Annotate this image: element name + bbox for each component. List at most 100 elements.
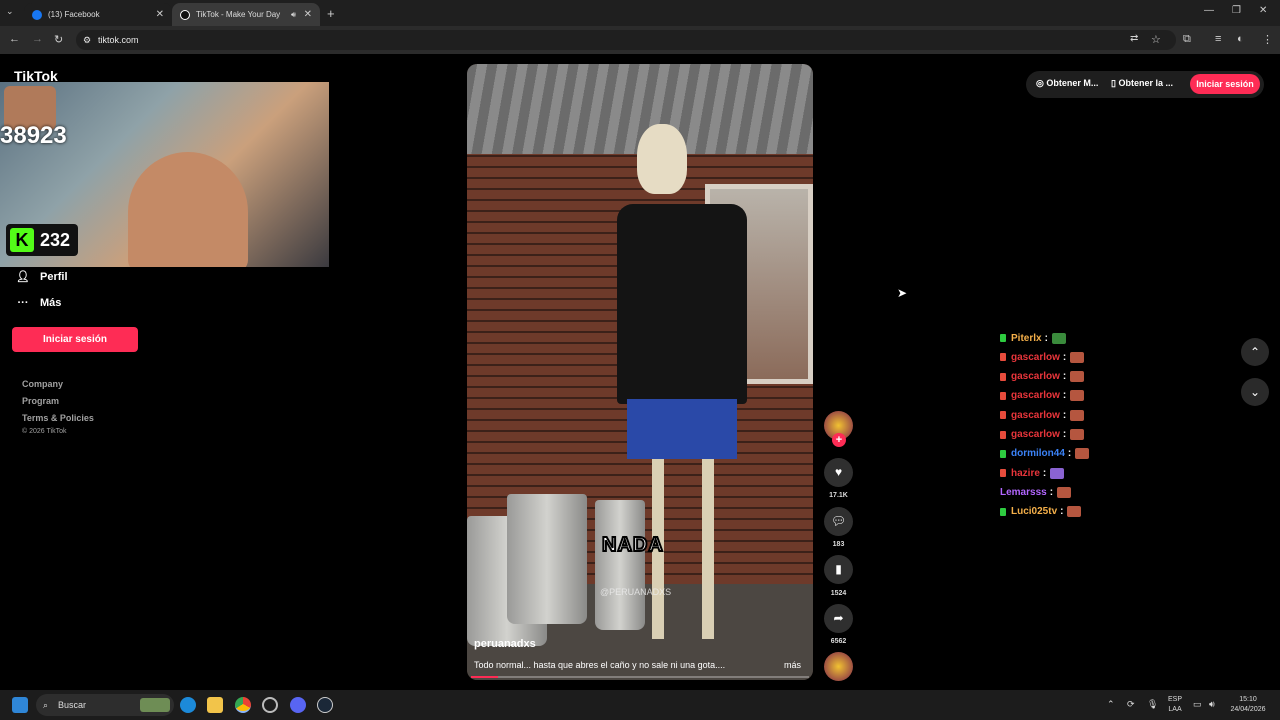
footer-link-company[interactable]: Company	[22, 379, 63, 389]
chat-username[interactable]: Luci025tv	[1011, 506, 1057, 517]
footer-link-program[interactable]: Program	[22, 396, 59, 406]
steam-icon[interactable]	[317, 697, 333, 713]
comment-count: 183	[832, 541, 845, 548]
forward-icon[interactable]: →	[32, 33, 43, 45]
speaker-icon[interactable]: 🔊︎	[291, 10, 296, 20]
reload-icon[interactable]: ↻	[54, 33, 63, 46]
discord-icon[interactable]	[290, 697, 306, 713]
chat-username[interactable]: gascarlow	[1011, 410, 1060, 421]
chat-message: dormilon44:	[1000, 447, 1090, 461]
sound-disc[interactable]	[824, 652, 853, 681]
get-desktop-button[interactable]: ▯ Obtener la ...	[1111, 78, 1173, 89]
chat-username[interactable]: dormilon44	[1011, 448, 1065, 459]
chat-badge-icon	[1000, 391, 1006, 400]
chat-username[interactable]: gascarlow	[1011, 371, 1060, 382]
facebook-icon	[32, 9, 42, 20]
taskbar-search[interactable]: ⌕ Buscar	[36, 694, 174, 716]
chat-separator: :	[1044, 332, 1048, 344]
back-icon[interactable]: ←	[9, 33, 20, 45]
file-explorer-icon[interactable]	[207, 697, 223, 713]
chat-emote-icon	[1070, 429, 1085, 440]
chat-emote-icon	[1075, 448, 1090, 460]
tray-chevron-icon[interactable]: ⌃	[1107, 699, 1115, 710]
close-tab-icon[interactable]: ✕	[304, 9, 312, 20]
tab-list-chevron-icon[interactable]: ⌄	[6, 6, 14, 17]
chat-username[interactable]: hazire	[1011, 468, 1040, 479]
new-tab-button[interactable]: +	[327, 6, 335, 21]
skull	[637, 124, 687, 194]
save-button[interactable]: ▮	[824, 555, 853, 584]
share-icon: ➦	[833, 611, 844, 625]
chat-username[interactable]: gascarlow	[1011, 352, 1060, 363]
chat-emote-icon	[1070, 390, 1085, 402]
microphone-icon[interactable]: 🎙︎	[1147, 699, 1158, 710]
next-video-button[interactable]: ⌄	[1241, 378, 1269, 406]
header-login-button[interactable]: Iniciar sesión	[1190, 74, 1260, 94]
video-progress-bar[interactable]	[471, 676, 809, 678]
get-app-label: Obtener M...	[1046, 78, 1099, 88]
chat-emote-icon	[1057, 486, 1072, 498]
profile-icon[interactable]: ◐	[1237, 33, 1244, 45]
extensions-icon[interactable]: ⧉	[1183, 33, 1191, 46]
login-button[interactable]: Iniciar sesión	[12, 327, 138, 352]
sidebar-item-perfil[interactable]: 👤︎ Perfil	[16, 270, 68, 284]
site-info-icon[interactable]: ⚙	[83, 35, 91, 46]
chat-badge-icon	[1000, 507, 1006, 516]
tab-tiktok[interactable]: TikTok - Make Your Day 🔊︎ ✕	[172, 3, 320, 26]
comment-button[interactable]: 💬︎	[824, 507, 853, 536]
tray-app-icon[interactable]: ⟳	[1127, 699, 1135, 710]
chat-message: hazire:	[1000, 466, 1065, 480]
chat-separator: :	[1062, 390, 1067, 402]
chat-emote-icon	[1050, 467, 1065, 479]
bookmark-star-icon[interactable]: ☆	[1151, 33, 1161, 46]
get-app-button[interactable]: ◎ Obtener M...	[1036, 78, 1098, 89]
volume-icon[interactable]: 🔊︎	[1209, 699, 1215, 710]
edge-icon[interactable]	[180, 697, 196, 713]
share-count: 6562	[830, 638, 847, 645]
language-indicator[interactable]: ESP LAA	[1168, 695, 1182, 715]
translate-icon[interactable]: ⇄	[1130, 33, 1138, 44]
clock[interactable]: 15:10 24/04/2026	[1228, 695, 1268, 715]
chrome-icon[interactable]	[235, 697, 251, 713]
video-description: Todo normal... hasta que abres el caño y…	[474, 660, 726, 670]
settings-app-icon[interactable]	[262, 697, 278, 713]
chat-message: Luci025tv:	[1000, 505, 1082, 519]
menu-icon[interactable]: ⋮	[1262, 33, 1273, 46]
person-icon: 👤︎	[16, 271, 30, 283]
minimize-icon[interactable]: —	[1204, 5, 1214, 16]
chat-message: gascarlow:	[1000, 389, 1085, 403]
follow-plus-icon[interactable]: +	[832, 433, 846, 447]
close-window-icon[interactable]: ✕	[1259, 5, 1267, 16]
chat-separator: :	[1067, 448, 1072, 460]
previous-video-button[interactable]: ⌃	[1241, 338, 1269, 366]
video-caption-overlay: NADA	[601, 533, 664, 557]
address-field[interactable]: ⚙ tiktok.com	[76, 30, 1176, 50]
chat-username[interactable]: Piterlx	[1011, 333, 1042, 344]
heart-icon: ♥	[834, 465, 843, 479]
shorts	[627, 399, 737, 459]
chat-username[interactable]: gascarlow	[1011, 429, 1060, 440]
windows-start-icon[interactable]	[12, 697, 28, 713]
like-button[interactable]: ♥	[824, 458, 853, 487]
network-icon[interactable]: ▭	[1193, 699, 1202, 710]
sidebar-item-mas[interactable]: ··· Más	[16, 297, 62, 309]
share-button[interactable]: ➦	[824, 604, 853, 633]
clock-date: 24/04/2026	[1230, 706, 1266, 713]
tab-facebook[interactable]: (13) Facebook ✕	[24, 3, 172, 26]
chat-emote-icon	[1067, 506, 1082, 518]
get-desktop-label: Obtener la ...	[1118, 78, 1173, 88]
video-player[interactable]: NADA @PERUANADXS peruanadxs Todo normal.…	[467, 64, 813, 680]
close-tab-icon[interactable]: ✕	[156, 9, 164, 20]
media-icon[interactable]: ≡	[1215, 33, 1221, 45]
video-author[interactable]: peruanadxs	[474, 638, 536, 650]
video-progress-fill	[471, 676, 499, 678]
chevron-up-icon: ⌃	[1249, 345, 1261, 359]
video-more-link[interactable]: más	[784, 660, 801, 670]
maximize-icon[interactable]: ❐	[1232, 5, 1241, 16]
mouse-cursor-icon: ➤	[897, 286, 908, 300]
streamer-image	[128, 152, 248, 267]
chat-username[interactable]: Lemarsss	[1000, 487, 1047, 498]
chat-username[interactable]: gascarlow	[1011, 390, 1060, 401]
footer-link-terms[interactable]: Terms & Policies	[22, 413, 94, 423]
search-icon: ⌕	[43, 699, 49, 710]
